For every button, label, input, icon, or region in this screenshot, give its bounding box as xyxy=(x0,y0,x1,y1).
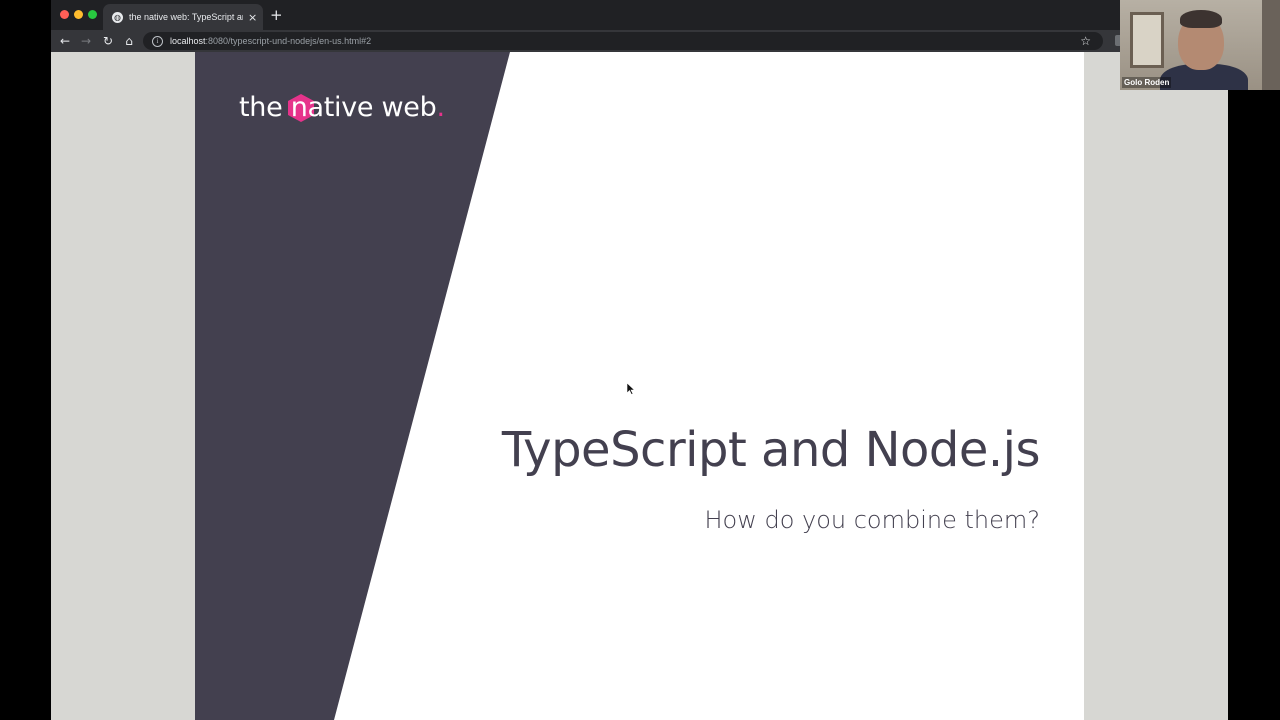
desktop-background-strip xyxy=(1120,90,1228,720)
site-info-icon[interactable]: i xyxy=(152,35,163,47)
reload-button[interactable]: ↻ xyxy=(99,32,117,50)
tab-bar: ◍ the native web: TypeScript and Node.js… xyxy=(51,0,1120,30)
presentation-slide[interactable]: the native web. TypeScript and Node.js H… xyxy=(195,52,1084,720)
close-tab-icon[interactable]: × xyxy=(248,11,257,24)
logo-dot: . xyxy=(436,92,445,123)
webcam-background-window xyxy=(1130,12,1164,68)
back-button[interactable]: ← xyxy=(56,32,74,50)
slide-subtitle: How do you combine them? xyxy=(704,506,1040,534)
forward-button[interactable]: → xyxy=(77,32,95,50)
mouse-pointer-icon xyxy=(627,383,635,395)
logo-text: the native web xyxy=(239,92,437,123)
url-text[interactable]: localhost:8080/typescript-und-nodejs/en-… xyxy=(170,36,371,46)
maximize-window-button[interactable] xyxy=(88,10,97,19)
webcam-overlay: Golo Roden xyxy=(1120,0,1280,90)
address-bar[interactable]: i localhost:8080/typescript-und-nodejs/e… xyxy=(143,32,1103,50)
tab-title: the native web: TypeScript and Node.js xyxy=(129,12,243,22)
participant-name: Golo Roden xyxy=(1122,77,1172,88)
brand-logo: the native web. xyxy=(239,92,445,123)
slide-title: TypeScript and Node.js xyxy=(501,422,1041,478)
slide-background xyxy=(195,52,510,720)
dark-diagonal-panel xyxy=(195,52,510,720)
tab-active[interactable]: ◍ the native web: TypeScript and Node.js… xyxy=(103,4,263,30)
webcam-person-hair xyxy=(1180,10,1222,28)
browser-window: ◍ the native web: TypeScript and Node.js… xyxy=(51,0,1120,720)
webcam-background-wall xyxy=(1262,0,1280,90)
new-tab-button[interactable]: + xyxy=(270,7,283,23)
home-button[interactable]: ⌂ xyxy=(120,32,138,50)
url-path: :8080/typescript-und-nodejs/en-us.html#2 xyxy=(205,36,372,46)
bookmark-star-icon[interactable]: ☆ xyxy=(1080,33,1091,49)
minimize-window-button[interactable] xyxy=(74,10,83,19)
browser-toolbar: ← → ↻ ⌂ i localhost:8080/typescript-und-… xyxy=(51,30,1120,52)
globe-icon: ◍ xyxy=(112,11,123,23)
url-host: localhost xyxy=(170,36,206,46)
close-window-button[interactable] xyxy=(60,10,69,19)
